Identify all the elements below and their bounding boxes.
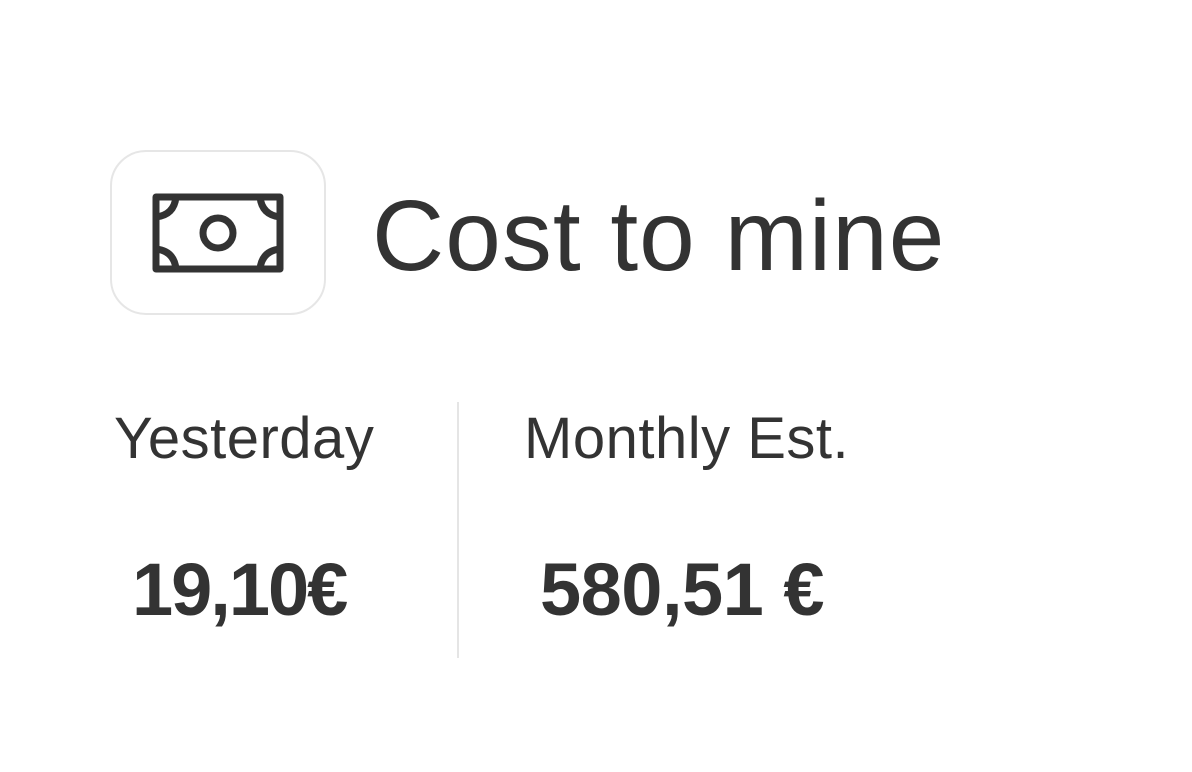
monthly-estimate-value: 580,51 € <box>540 548 825 631</box>
yesterday-value: 19,10€ <box>132 548 348 631</box>
widget-title: Cost to mine <box>372 180 946 292</box>
icon-container <box>110 150 326 315</box>
banknote-icon <box>152 193 284 272</box>
monthly-estimate-label: Monthly Est. <box>524 406 850 471</box>
cost-to-mine-widget: Cost to mine Yesterday 19,10€ Monthly Es… <box>0 0 1192 772</box>
divider <box>457 402 459 658</box>
yesterday-label: Yesterday <box>114 406 375 471</box>
